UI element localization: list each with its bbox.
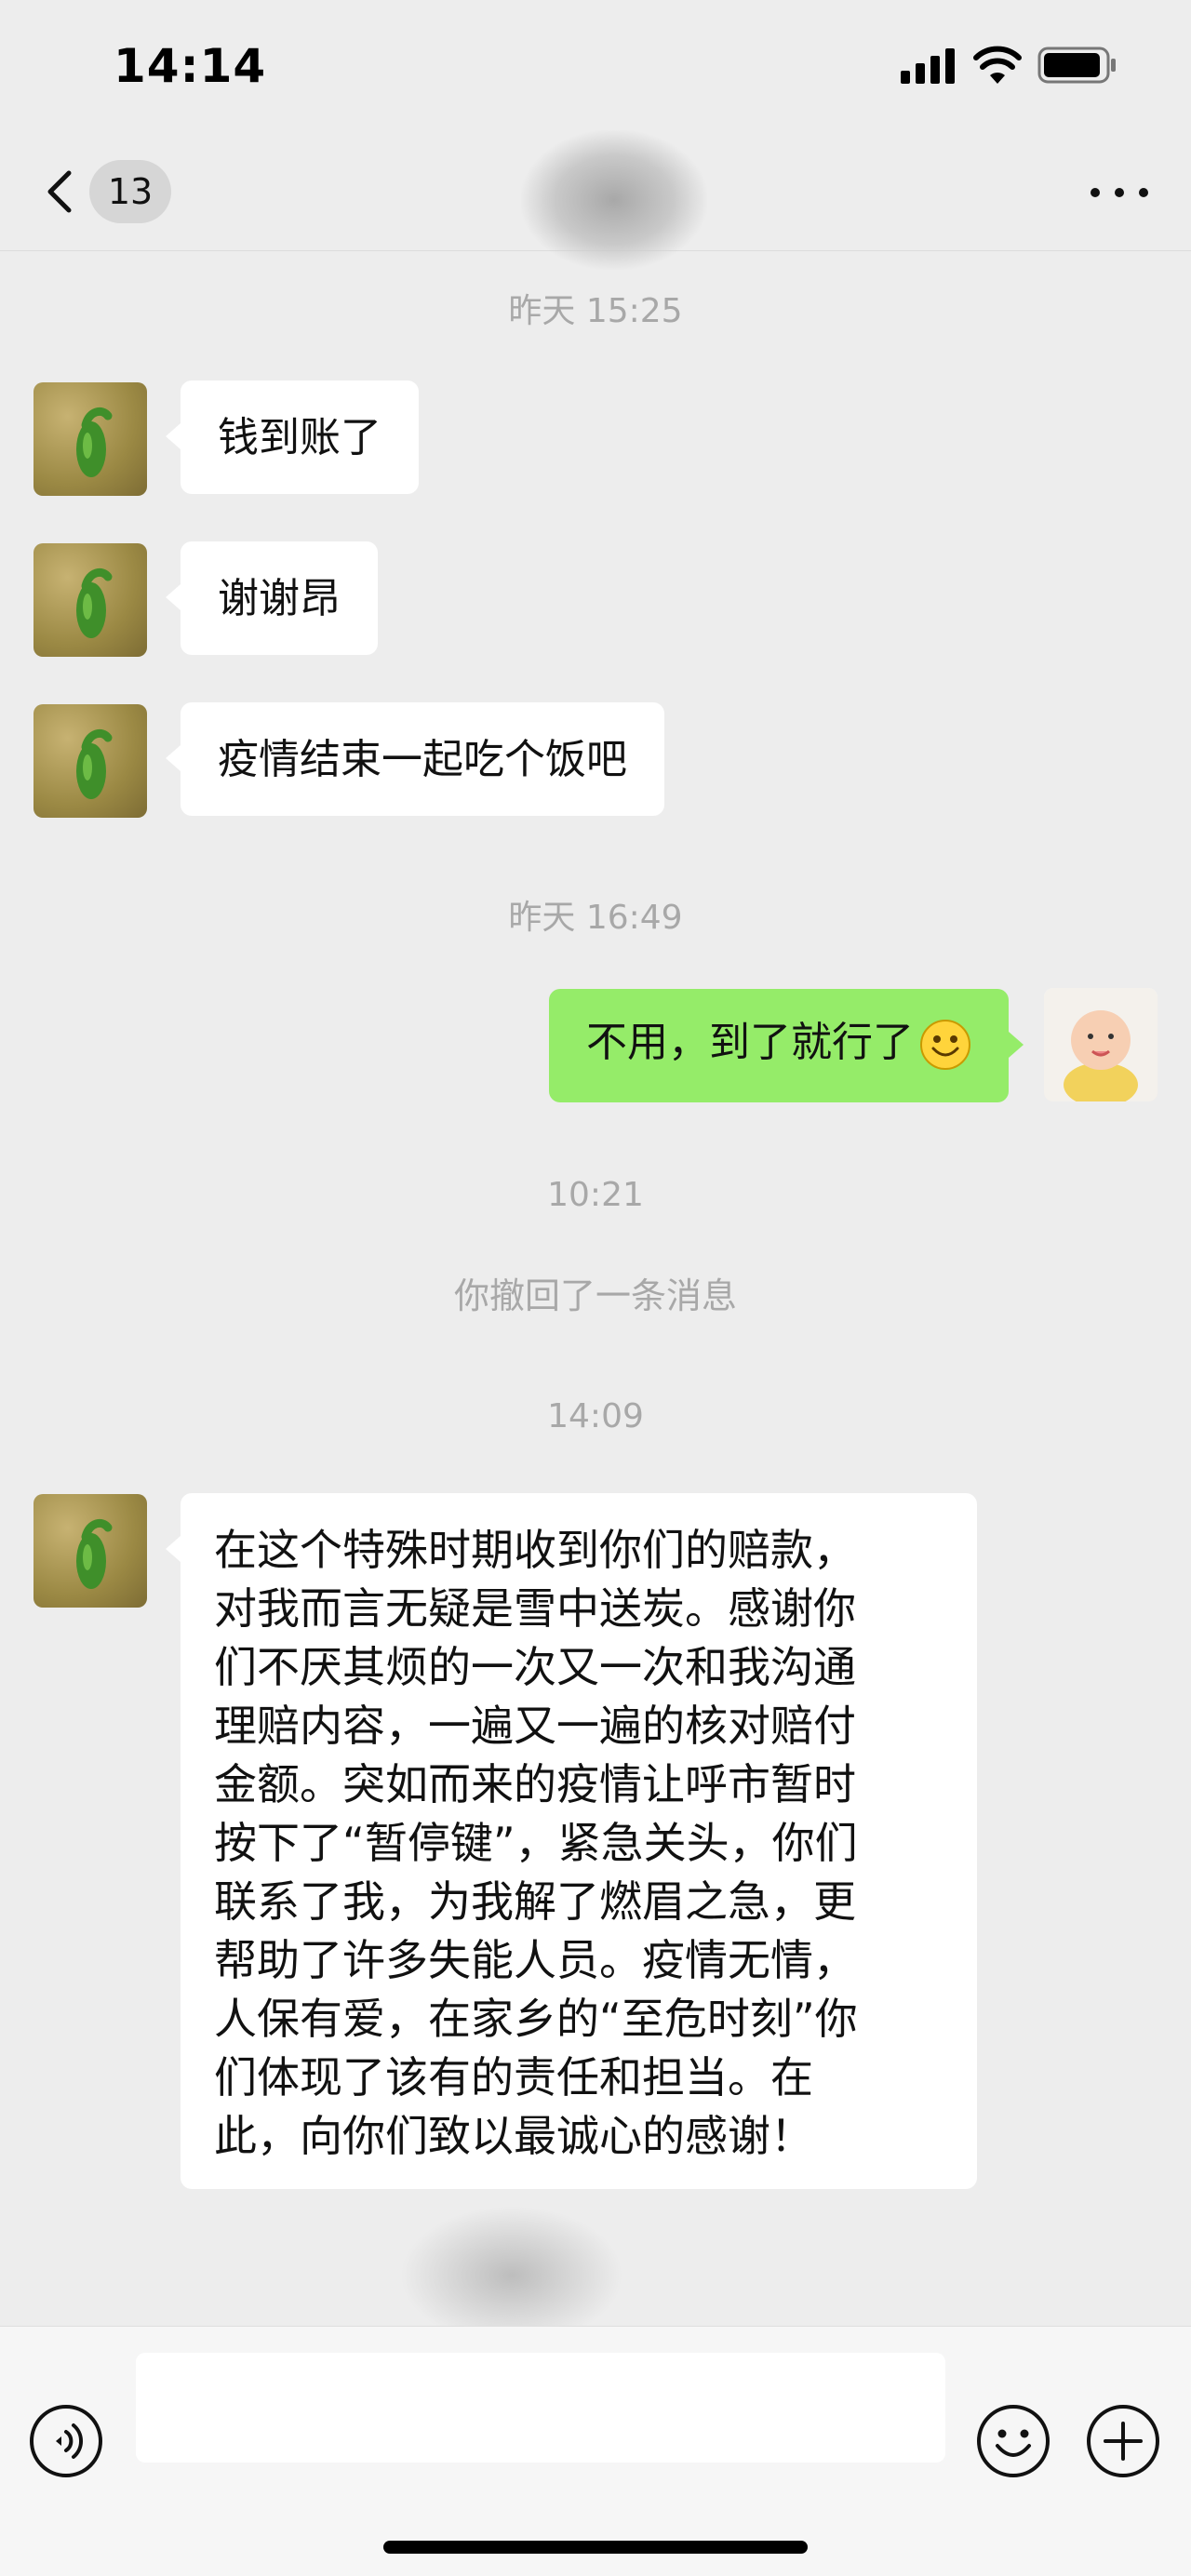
sprout-image — [76, 567, 113, 638]
incoming-message[interactable]: 钱到账了 — [166, 380, 419, 494]
message-line: 人保有爱，在家乡的“至危时刻”你 — [214, 1994, 858, 2044]
message-line: 此，向你们致以最诚心的感谢！ — [214, 2111, 813, 2161]
my-avatar[interactable] — [1044, 988, 1158, 1101]
message-text: 不用，到了就行了 — [586, 1019, 914, 1066]
message-text: 疫情结束一起吃个饭吧 — [218, 736, 627, 783]
incoming-long-message[interactable]: 在这个特殊时期收到你们的赔款， 对我而言无疑是雪中送炭。感谢你 们不厌其烦的一次… — [166, 1493, 977, 2189]
more-button[interactable] — [1087, 167, 1152, 214]
message-line: 对我而言无疑是雪中送炭。感谢你 — [214, 1583, 856, 1634]
sprout-image — [76, 1518, 113, 1589]
contact-avatar[interactable] — [33, 704, 147, 818]
message-line: 帮助了许多失能人员。疫情无情， — [214, 1935, 856, 1985]
status-time: 14:14 — [114, 39, 267, 93]
home-indicator — [383, 2541, 808, 2554]
timestamp: 10:21 — [547, 1176, 644, 1214]
back-chevron-icon — [47, 170, 72, 213]
chat-message-list[interactable]: 昨天 15:25 钱到账了 谢谢昂 疫情结束一起吃个饭吧 昨天 16:49 不用… — [0, 252, 1191, 2345]
message-text: 谢谢昂 — [218, 575, 341, 622]
emoji-icon[interactable] — [975, 2403, 1051, 2479]
plus-icon[interactable] — [1085, 2403, 1161, 2479]
contact-name-redacted — [521, 130, 707, 270]
message-line: 金额。突如而来的疫情让呼市暂时 — [214, 1759, 856, 1809]
message-line: 按下了“暂停键”，紧急关头，你们 — [214, 1818, 858, 1868]
voice-icon[interactable] — [28, 2403, 104, 2479]
input-bar — [0, 2326, 1191, 2576]
sprout-image — [76, 728, 113, 799]
message-line: 理赔内容，一遍又一遍的核对赔付 — [214, 1701, 856, 1751]
message-line: 在这个特殊时期收到你们的赔款， — [214, 1525, 856, 1575]
signal-icon — [901, 48, 955, 84]
status-bar: 14:14 — [0, 0, 1191, 130]
message-line: 们体现了该有的责任和担当。在 — [214, 2052, 813, 2102]
contact-avatar[interactable] — [33, 382, 147, 496]
message-line: 们不厌其烦的一次又一次和我沟通 — [214, 1642, 856, 1692]
outgoing-message[interactable]: 不用，到了就行了 — [549, 989, 1024, 1102]
nav-bar: 13 — [0, 130, 1191, 270]
recalled-message-notice: 你撤回了一条消息 — [453, 1275, 737, 1316]
baby-photo — [1044, 988, 1158, 1101]
sprout-image — [76, 407, 113, 477]
smile-emoji-icon — [920, 1020, 970, 1070]
message-line: 联系了我，为我解了燃眉之急，更 — [214, 1876, 856, 1927]
incoming-message[interactable]: 疫情结束一起吃个饭吧 — [166, 702, 664, 816]
wifi-icon — [973, 46, 1022, 84]
unread-count-badge: 13 — [89, 160, 171, 223]
contact-avatar[interactable] — [33, 1494, 147, 1608]
incoming-message[interactable]: 谢谢昂 — [166, 541, 378, 655]
battery-icon — [1037, 47, 1116, 84]
message-text: 钱到账了 — [218, 414, 381, 461]
back-button[interactable]: 13 — [35, 158, 175, 225]
contact-avatar[interactable] — [33, 543, 147, 657]
timestamp: 昨天 16:49 — [508, 899, 683, 937]
timestamp: 昨天 15:25 — [508, 292, 683, 330]
message-input[interactable] — [136, 2353, 945, 2463]
redacted-region — [400, 2206, 623, 2345]
timestamp: 14:09 — [547, 1397, 644, 1435]
